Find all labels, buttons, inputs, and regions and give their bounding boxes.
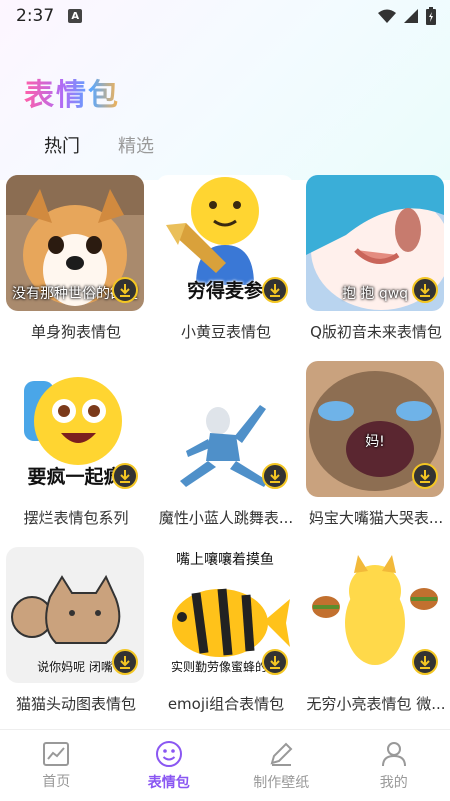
pack-thumbnail[interactable]: 穷得麦参 [156, 175, 294, 311]
nav-home[interactable]: 首页 [0, 730, 113, 801]
bottom-nav: 首页 表情包 制作壁纸 我的 [0, 729, 450, 801]
pack-top-text: 嘴上嚷嚷着摸鱼 [176, 552, 274, 568]
pack-thumbnail[interactable]: 嘴上嚷嚷着摸鱼 实则勤劳像蜜蜂的洞 [156, 547, 294, 683]
pack-label: 摆烂表情包系列 [23, 509, 129, 527]
pack-thumbnail[interactable]: 妈! [306, 361, 444, 497]
signal-icon [404, 9, 418, 23]
pack-label: 猫猫头动图表情包 [15, 695, 136, 713]
smile-icon [155, 740, 182, 767]
nav-mine[interactable]: 我的 [338, 730, 450, 801]
nav-stickers[interactable]: 表情包 [113, 730, 226, 801]
tab-hot[interactable]: 热门 [44, 132, 80, 158]
pack-thumbnail[interactable]: 要疯一起疯 [6, 361, 144, 497]
pack-card[interactable]: 没有那种世俗的欲望 单身狗表情包 [6, 175, 146, 342]
pack-card[interactable]: 魔性小蓝人跳舞表... [156, 361, 296, 528]
download-icon[interactable] [112, 277, 138, 303]
download-icon[interactable] [112, 649, 138, 675]
pack-overlay-text: 妈! [365, 434, 385, 450]
tab-bar: 热门 精选 [44, 132, 154, 158]
pack-label: 单身狗表情包 [30, 323, 121, 341]
pack-card[interactable]: 要疯一起疯 摆烂表情包系列 [6, 361, 146, 528]
pack-thumbnail[interactable]: 说你妈呢 闭嘴 [6, 547, 144, 683]
page-title: 表情包 [24, 70, 120, 114]
pack-card[interactable]: 穷得麦参 小黄豆表情包 [156, 175, 296, 342]
status-bar: 2:37 A [0, 0, 450, 32]
user-icon [381, 741, 406, 766]
status-time: 2:37 [16, 6, 55, 26]
nav-home-label: 首页 [42, 773, 71, 790]
pack-label: Q版初音未来表情包 [310, 323, 442, 341]
pack-label: 魔性小蓝人跳舞表... [158, 509, 294, 527]
pack-thumbnail[interactable]: 没有那种世俗的欲望 [6, 175, 144, 311]
tab-featured[interactable]: 精选 [118, 132, 154, 158]
pack-label: 小黄豆表情包 [180, 323, 271, 341]
pack-thumbnail[interactable]: 抱 抱 qwq [306, 175, 444, 311]
pack-label: emoji组合表情包 [167, 695, 285, 713]
nav-make-wallpaper-label: 制作壁纸 [253, 774, 310, 791]
pack-card[interactable]: 抱 抱 qwq Q版初音未来表情包 [306, 175, 446, 342]
pack-thumbnail[interactable] [156, 361, 294, 497]
pen-icon [270, 742, 293, 766]
battery-icon [426, 7, 436, 25]
notification-icon: A [68, 9, 83, 23]
pack-label: 妈宝大嘴猫大哭表... [308, 509, 444, 527]
download-icon[interactable] [112, 463, 138, 489]
pack-card[interactable]: 无穷小亮表情包 微... [306, 547, 446, 714]
pack-label: 无穷小亮表情包 微... [306, 695, 446, 713]
nav-stickers-label: 表情包 [147, 774, 190, 791]
pack-thumbnail[interactable] [306, 547, 444, 683]
download-icon[interactable] [262, 277, 288, 303]
download-icon[interactable] [412, 649, 438, 675]
wifi-icon [378, 9, 396, 23]
download-icon[interactable] [262, 649, 288, 675]
pack-card[interactable]: 说你妈呢 闭嘴 猫猫头动图表情包 [6, 547, 146, 714]
pack-card[interactable]: 妈! 妈宝大嘴猫大哭表... [306, 361, 446, 528]
chart-icon [43, 741, 70, 766]
status-icons [378, 7, 436, 25]
nav-make-wallpaper[interactable]: 制作壁纸 [225, 730, 338, 801]
download-icon[interactable] [412, 277, 438, 303]
pack-card[interactable]: 嘴上嚷嚷着摸鱼 实则勤劳像蜜蜂的洞 emoji组合表情包 [156, 547, 296, 714]
nav-mine-label: 我的 [379, 774, 408, 791]
download-icon[interactable] [262, 463, 288, 489]
download-icon[interactable] [412, 463, 438, 489]
